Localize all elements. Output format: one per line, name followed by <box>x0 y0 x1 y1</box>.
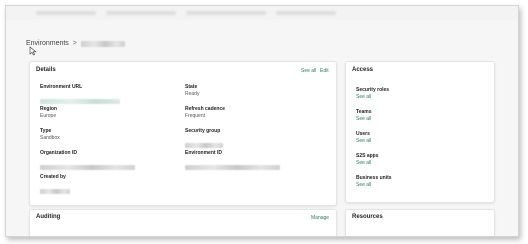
field-label: State <box>185 84 198 90</box>
auditing-manage-link[interactable]: Manage <box>311 215 329 221</box>
details-edit-link[interactable]: Edit <box>320 68 329 74</box>
field-label: Region <box>40 106 57 112</box>
auditing-title: Auditing <box>36 214 61 220</box>
field-label: Type <box>40 128 52 134</box>
field-value: Europe <box>40 113 57 119</box>
access-s2s-apps: S2S apps See all <box>356 153 379 167</box>
created-by-redacted <box>40 189 70 194</box>
field-label: Environment URL <box>40 84 83 90</box>
environment-id-redacted <box>185 165 280 170</box>
access-users: Users See all <box>356 131 371 145</box>
field-environment-id: Environment ID <box>185 150 280 175</box>
access-label: S2S apps <box>356 153 379 159</box>
redacted-nav <box>276 11 336 15</box>
app-window: Environments > Details See all Edit Envi… <box>5 5 519 237</box>
redacted-nav <box>106 11 176 15</box>
security-group-redacted <box>185 143 223 148</box>
access-label: Business units <box>356 175 392 181</box>
field-region: Region Europe <box>40 106 57 120</box>
details-title: Details <box>36 67 56 73</box>
users-see-all-link[interactable]: See all <box>356 138 371 145</box>
breadcrumb-separator: > <box>72 40 77 47</box>
field-created-by: Created by <box>40 174 70 199</box>
environment-url-redacted[interactable] <box>40 99 120 104</box>
resources-title: Resources <box>352 214 383 220</box>
field-label: Organization ID <box>40 150 77 156</box>
redacted-nav <box>36 11 96 15</box>
field-state: State Ready <box>185 84 199 98</box>
details-card: Details See all Edit Environment URL Sta… <box>29 61 337 206</box>
access-teams: Teams See all <box>356 109 371 123</box>
field-organization-id: Organization ID <box>40 150 135 175</box>
auditing-card: Auditing Manage <box>29 209 337 236</box>
field-value: Ready <box>185 91 200 97</box>
access-title: Access <box>352 67 374 73</box>
access-label: Users <box>356 131 370 137</box>
security-roles-see-all-link[interactable]: See all <box>356 94 389 101</box>
teams-see-all-link[interactable]: See all <box>356 116 371 123</box>
breadcrumb: Environments > <box>26 40 125 47</box>
organization-id-redacted <box>40 165 135 170</box>
field-type: Type Sandbox <box>40 128 60 142</box>
resources-card: Resources <box>345 209 495 236</box>
breadcrumb-current-redacted <box>80 40 125 47</box>
field-label: Environment ID <box>185 150 222 156</box>
business-units-see-all-link[interactable]: See all <box>356 182 392 189</box>
access-label: Security roles <box>356 87 390 93</box>
field-value: Sandbox <box>40 135 60 141</box>
access-card: Access Security roles See all Teams See … <box>345 61 495 203</box>
field-label: Security group <box>185 128 221 134</box>
access-business-units: Business units See all <box>356 175 392 189</box>
s2s-apps-see-all-link[interactable]: See all <box>356 160 379 167</box>
field-refresh-cadence: Refresh cadence Frequent <box>185 106 225 120</box>
field-label: Created by <box>40 174 66 180</box>
field-label: Refresh cadence <box>185 106 226 112</box>
field-value: Frequent <box>185 113 206 119</box>
mouse-cursor-icon <box>29 46 37 56</box>
access-security-roles: Security roles See all <box>356 87 389 101</box>
redacted-nav <box>186 11 266 15</box>
top-bar <box>6 6 518 20</box>
details-see-all-link[interactable]: See all <box>301 68 316 74</box>
access-label: Teams <box>356 109 372 115</box>
